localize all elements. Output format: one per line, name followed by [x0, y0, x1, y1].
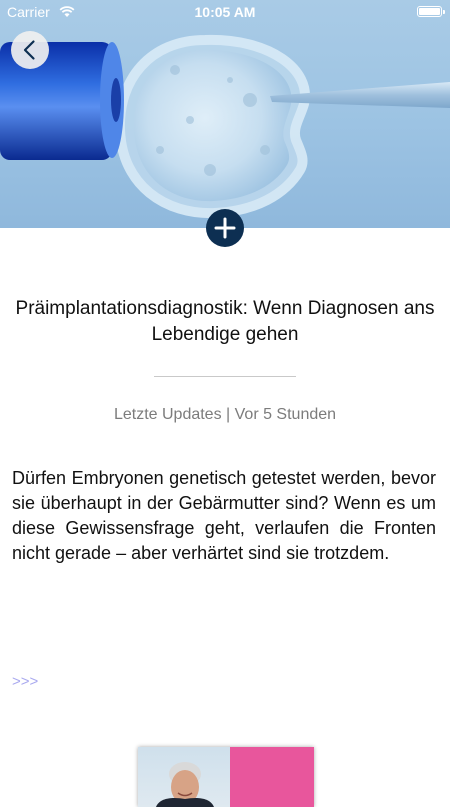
- article-body: Dürfen Embryonen genetisch getestet werd…: [12, 468, 436, 563]
- person-photo: [156, 762, 214, 807]
- status-bar: Carrier 10:05 AM: [0, 0, 450, 26]
- plus-icon: [214, 217, 236, 239]
- title-divider: [154, 376, 296, 377]
- hero-image: [0, 0, 450, 228]
- article-title: Präimplantationsdiagnostik: Wenn Diagnos…: [15, 298, 435, 345]
- read-more-link[interactable]: >>>: [12, 673, 38, 690]
- chevron-left-icon: [23, 40, 35, 60]
- teaser-card[interactable]: [138, 747, 314, 807]
- back-button[interactable]: [11, 31, 49, 69]
- add-button[interactable]: [206, 209, 244, 247]
- article-meta: Letzte Updates | Vor 5 Stunden: [113, 406, 337, 423]
- egg-cell: [133, 50, 292, 202]
- battery-fill: [419, 8, 440, 15]
- teaser-color-block: [230, 747, 314, 807]
- battery-icon: [417, 6, 445, 17]
- teaser-photo: [138, 747, 230, 807]
- status-time: 10:05 AM: [194, 4, 256, 20]
- hero-illustration: [0, 34, 450, 219]
